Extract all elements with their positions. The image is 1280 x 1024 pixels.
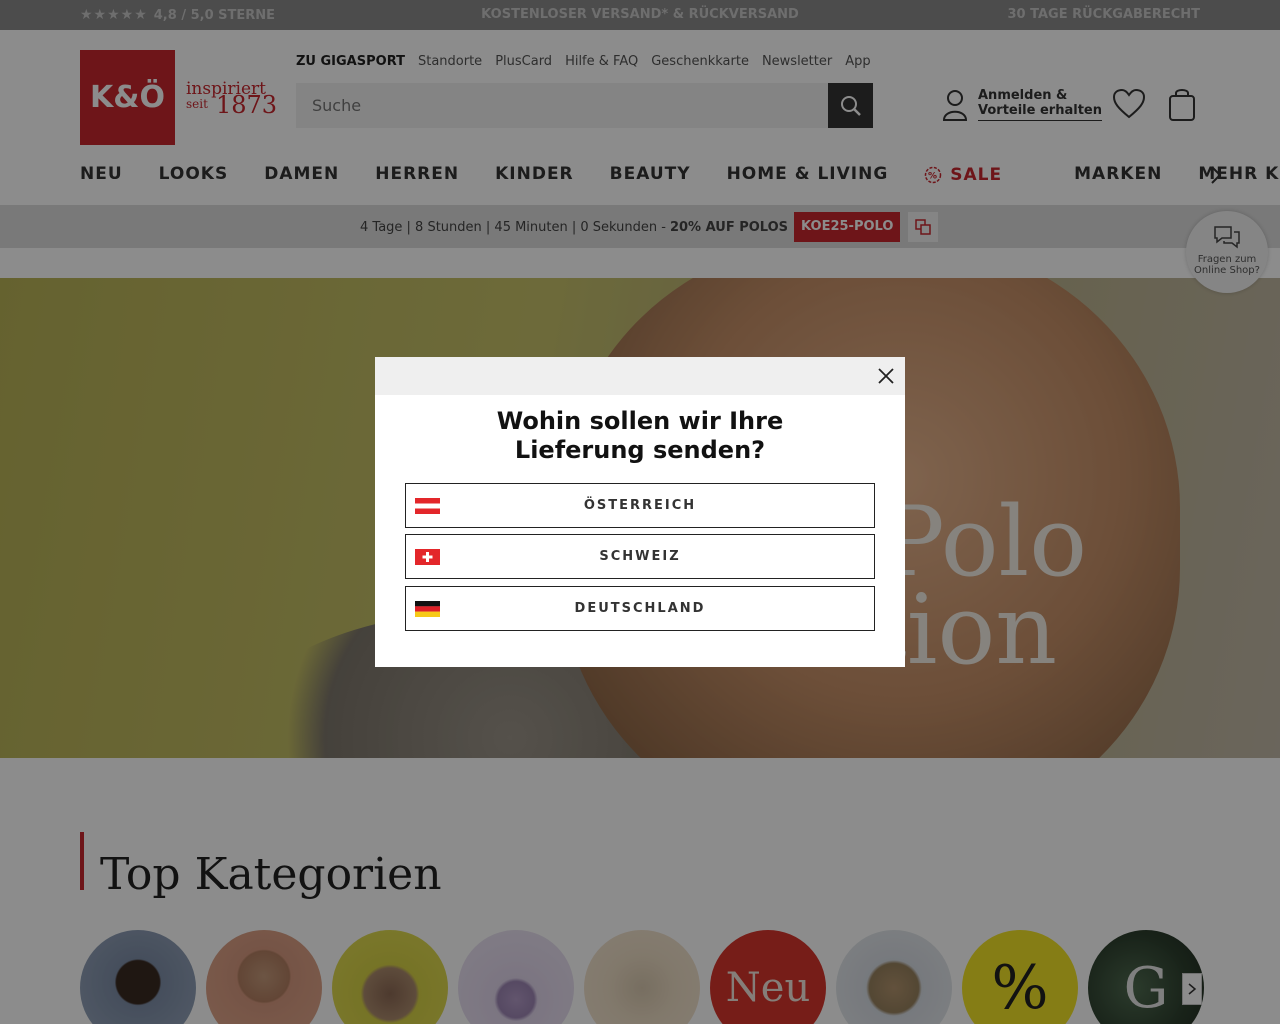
country-option-austria[interactable]: ÖSTERREICH xyxy=(405,483,875,528)
modal-header xyxy=(375,357,905,395)
close-icon[interactable] xyxy=(875,365,897,387)
delivery-country-modal: Wohin sollen wir Ihre Lieferung senden? … xyxy=(375,357,905,667)
austria-flag-icon xyxy=(415,498,440,514)
country-option-germany[interactable]: DEUTSCHLAND xyxy=(405,586,875,631)
country-label: DEUTSCHLAND xyxy=(574,601,706,616)
country-label: SCHWEIZ xyxy=(599,549,681,564)
germany-flag-icon xyxy=(415,601,440,617)
modal-title: Wohin sollen wir Ihre Lieferung senden? xyxy=(496,407,784,464)
country-option-switzerland[interactable]: SCHWEIZ xyxy=(405,534,875,579)
switzerland-flag-icon xyxy=(415,549,440,565)
country-label: ÖSTERREICH xyxy=(583,498,697,513)
